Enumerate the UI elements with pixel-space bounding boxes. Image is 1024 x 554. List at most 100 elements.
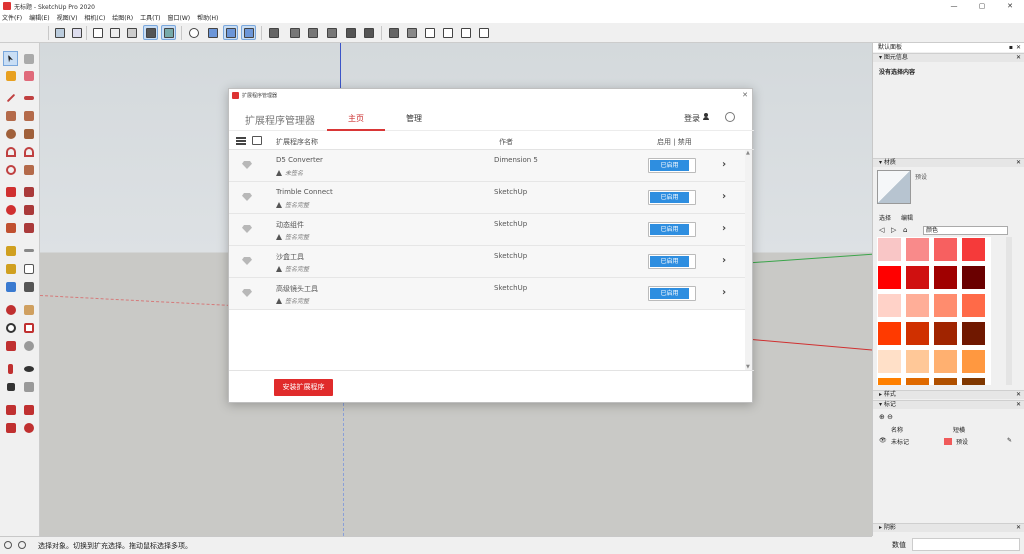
front-view-icon[interactable] bbox=[241, 25, 256, 40]
home-icon[interactable]: ⌂ bbox=[903, 226, 907, 234]
dimension-tool-icon[interactable] bbox=[21, 243, 36, 258]
extension-row[interactable]: 沙盒工具 签名完整 SketchUp 已启用 › bbox=[229, 246, 745, 278]
tab-select[interactable]: 选择 bbox=[879, 215, 891, 222]
material-swatch[interactable] bbox=[877, 237, 902, 262]
home-icon[interactable] bbox=[458, 25, 473, 40]
material-swatch[interactable] bbox=[961, 293, 986, 318]
tag-row[interactable]: 👁 未标记 预设 ✎ bbox=[877, 437, 1021, 447]
material-swatch[interactable] bbox=[933, 321, 958, 346]
sandbox-icon[interactable] bbox=[386, 25, 401, 40]
three-point-arc-icon[interactable] bbox=[3, 162, 18, 177]
iso-camera-icon[interactable] bbox=[223, 25, 238, 40]
gear-icon[interactable] bbox=[725, 112, 735, 122]
pie-tool-icon[interactable] bbox=[21, 162, 36, 177]
menu-window[interactable]: 窗口(W) bbox=[168, 13, 191, 22]
material-swatch[interactable] bbox=[933, 265, 958, 290]
info-icon[interactable] bbox=[18, 541, 26, 549]
material-swatch[interactable] bbox=[877, 293, 902, 318]
tags-header[interactable]: ▾ 标记 ✕ bbox=[873, 400, 1024, 409]
tab-edit[interactable]: 编辑 bbox=[901, 215, 913, 222]
circle-tool-icon[interactable] bbox=[3, 126, 18, 141]
push-pull-icon[interactable] bbox=[21, 184, 36, 199]
material-swatch[interactable] bbox=[877, 349, 902, 374]
smoove-icon[interactable] bbox=[404, 25, 419, 40]
close-icon[interactable]: ✕ bbox=[1016, 391, 1021, 399]
menu-file[interactable]: 文件(F) bbox=[2, 13, 22, 22]
material-swatch[interactable] bbox=[961, 377, 986, 385]
tray-close-button[interactable]: ✕ bbox=[1016, 43, 1021, 52]
menu-view[interactable]: 视图(V) bbox=[57, 13, 78, 22]
material-swatch[interactable] bbox=[933, 349, 958, 374]
components-icon[interactable] bbox=[266, 25, 281, 40]
zoom-extents-tool-icon[interactable] bbox=[3, 338, 18, 353]
walk-tool-icon[interactable] bbox=[3, 379, 18, 394]
section-cut-icon[interactable] bbox=[305, 25, 320, 40]
extension-manager-tool-icon[interactable] bbox=[21, 420, 36, 435]
eye-icon[interactable]: 👁 bbox=[879, 437, 887, 444]
measurements-input[interactable] bbox=[912, 538, 1020, 551]
wireframe-style-icon[interactable] bbox=[107, 25, 122, 40]
list-scrollbar[interactable]: ▲ ▼ bbox=[745, 150, 752, 370]
close-button[interactable]: ✕ bbox=[996, 0, 1024, 12]
entity-info-header[interactable]: ▾ 图元信息 ✕ bbox=[873, 53, 1024, 62]
chevron-right-icon[interactable]: › bbox=[722, 159, 726, 170]
follow-me-icon[interactable] bbox=[21, 202, 36, 217]
minimize-button[interactable]: — bbox=[940, 0, 968, 12]
material-swatch[interactable] bbox=[933, 293, 958, 318]
menu-draw[interactable]: 绘图(R) bbox=[112, 13, 133, 22]
close-icon[interactable]: ✕ bbox=[1016, 54, 1021, 62]
zoom-tool-icon[interactable] bbox=[3, 320, 18, 335]
pan-tool-icon[interactable] bbox=[21, 302, 36, 317]
section-plane-icon[interactable] bbox=[287, 25, 302, 40]
back-arrow-icon[interactable]: ◁ bbox=[879, 226, 884, 234]
extension-row[interactable]: 动态组件 签名完整 SketchUp 已启用 › bbox=[229, 214, 745, 246]
material-swatch[interactable] bbox=[905, 293, 930, 318]
chevron-right-icon[interactable]: › bbox=[722, 223, 726, 234]
shaded-textures-style-icon[interactable] bbox=[161, 25, 176, 40]
menu-help[interactable]: 帮助(H) bbox=[197, 13, 218, 22]
warehouse-tool-icon[interactable] bbox=[3, 402, 18, 417]
material-swatch[interactable] bbox=[905, 377, 930, 385]
arc-tool-icon[interactable] bbox=[3, 144, 18, 159]
close-icon[interactable]: ✕ bbox=[1016, 159, 1021, 167]
rectangle-tool-icon[interactable] bbox=[3, 108, 18, 123]
protractor-icon[interactable] bbox=[3, 261, 18, 276]
previous-view-icon[interactable] bbox=[21, 338, 36, 353]
dialog-close-button[interactable]: ✕ bbox=[742, 91, 748, 99]
geo-location-icon[interactable] bbox=[4, 541, 12, 549]
freehand-tool-icon[interactable] bbox=[21, 90, 36, 105]
material-swatch[interactable] bbox=[961, 265, 986, 290]
close-icon[interactable]: ✕ bbox=[1016, 524, 1021, 532]
3d-warehouse-icon[interactable] bbox=[343, 25, 358, 40]
login-link[interactable]: 登录 bbox=[684, 113, 700, 124]
3d-text-icon[interactable] bbox=[21, 279, 36, 294]
axes-tool-icon[interactable] bbox=[3, 279, 18, 294]
eraser-icon[interactable] bbox=[21, 68, 36, 83]
close-icon[interactable]: ✕ bbox=[1016, 401, 1021, 409]
tape-measure-icon[interactable] bbox=[3, 243, 18, 258]
rotated-rectangle-icon[interactable] bbox=[21, 108, 36, 123]
scroll-up-icon[interactable]: ▲ bbox=[746, 150, 750, 156]
scale-tool-icon[interactable] bbox=[3, 220, 18, 235]
filter-icon[interactable] bbox=[252, 136, 262, 145]
extension-warehouse-tool-icon[interactable] bbox=[3, 420, 18, 435]
enable-toggle[interactable]: 已启用 bbox=[648, 286, 696, 301]
maximize-button[interactable]: ▢ bbox=[968, 0, 996, 12]
orbit-tool-icon[interactable] bbox=[3, 302, 18, 317]
user-icon[interactable] bbox=[703, 113, 709, 120]
zoom-window-icon[interactable] bbox=[21, 320, 36, 335]
material-swatch[interactable] bbox=[933, 377, 958, 385]
paint-bucket-icon[interactable] bbox=[3, 68, 18, 83]
house-icon[interactable] bbox=[422, 25, 437, 40]
tab-home[interactable]: 主页 bbox=[348, 113, 364, 124]
enable-toggle[interactable]: 已启用 bbox=[648, 190, 696, 205]
material-swatch[interactable] bbox=[905, 237, 930, 262]
forward-arrow-icon[interactable]: ▷ bbox=[891, 226, 896, 234]
section-display-icon[interactable] bbox=[324, 25, 339, 40]
offset-tool-icon[interactable] bbox=[21, 220, 36, 235]
pin-icon[interactable]: ▪ bbox=[1009, 43, 1013, 52]
tag-color-swatch[interactable] bbox=[944, 438, 952, 445]
position-camera-icon[interactable] bbox=[3, 361, 18, 376]
move-tool-icon[interactable] bbox=[3, 184, 18, 199]
layout-icon[interactable] bbox=[476, 25, 491, 40]
